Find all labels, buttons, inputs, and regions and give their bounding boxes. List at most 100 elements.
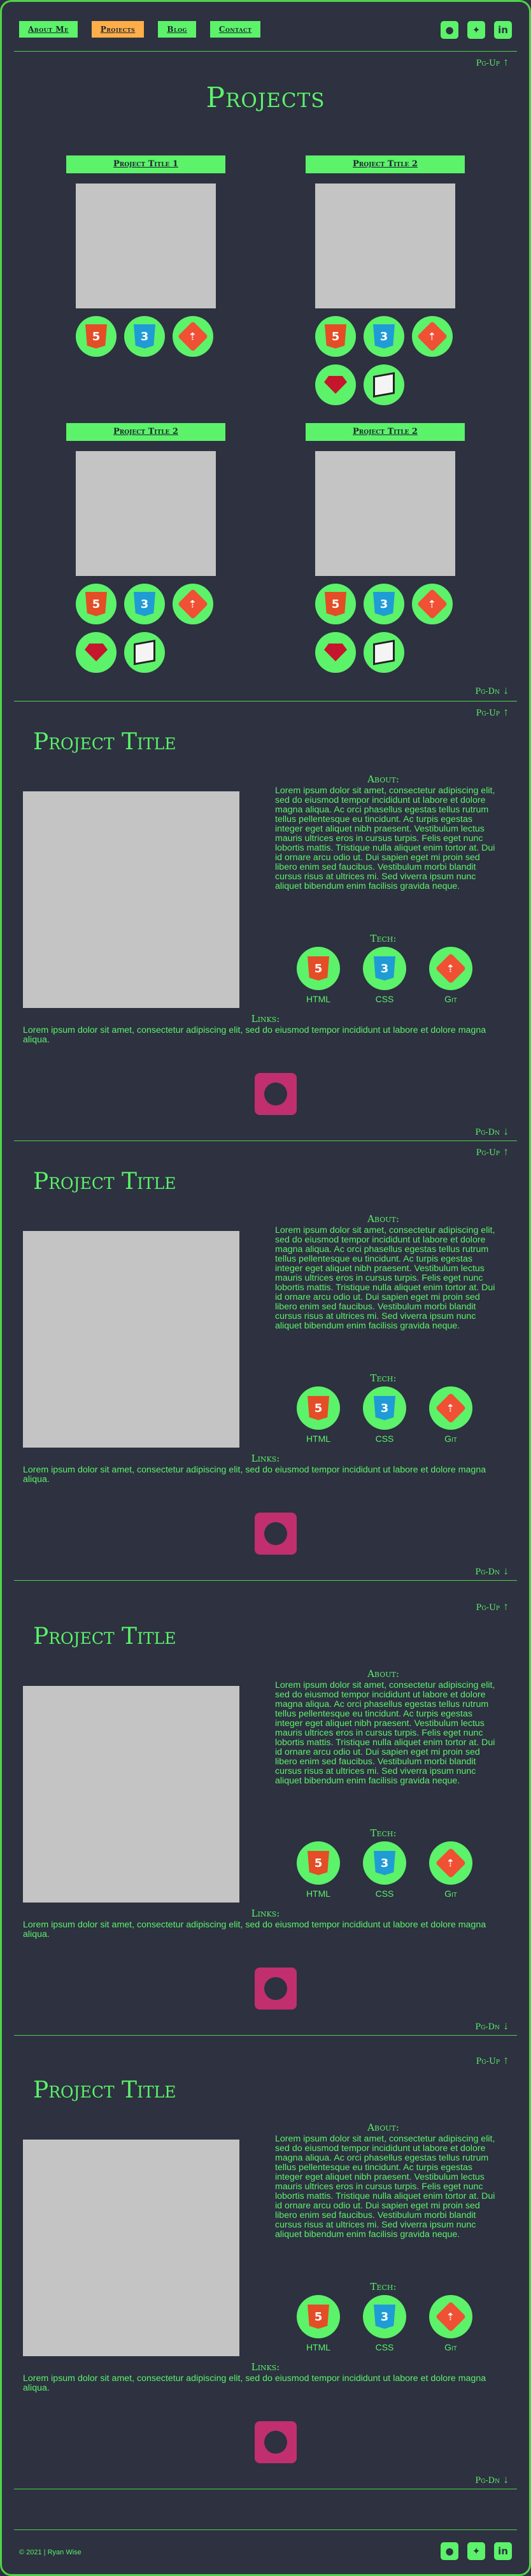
github-link-icon[interactable] bbox=[255, 1073, 297, 1115]
ruby-icon bbox=[315, 364, 356, 405]
cube-icon bbox=[124, 632, 165, 673]
tech-label: CSS bbox=[375, 1889, 394, 1899]
links-heading: Links: bbox=[251, 2361, 280, 2373]
nav-contact[interactable]: Contact bbox=[209, 21, 261, 38]
pg-up-link[interactable]: Pg-Up ⇡ bbox=[476, 1603, 509, 1613]
about-text: Lorem ipsum dolor sit amet, consectetur … bbox=[275, 1225, 495, 1331]
css3-icon: 3 bbox=[363, 2295, 406, 2338]
nav-projects[interactable]: Projects bbox=[91, 21, 145, 38]
divider bbox=[14, 1580, 517, 1581]
tech-item: 3 CSS bbox=[363, 947, 406, 1004]
linkedin-icon[interactable]: in bbox=[494, 2542, 512, 2560]
pg-up-link[interactable]: Pg-Up ⇡ bbox=[476, 2057, 509, 2066]
nav-blog[interactable]: Blog bbox=[158, 21, 196, 38]
tech-label: CSS bbox=[375, 1434, 394, 1444]
ruby-icon bbox=[76, 632, 117, 673]
tech-item: 3 CSS bbox=[363, 1841, 406, 1899]
github-link-icon[interactable] bbox=[255, 1968, 297, 2010]
git-icon: ⇡ bbox=[412, 316, 453, 357]
pg-dn-link[interactable]: Pg-Dn ⇣ bbox=[475, 2022, 509, 2032]
pg-up-link[interactable]: Pg-Up ⇡ bbox=[476, 1148, 509, 1158]
card-title[interactable]: Project Title 2 bbox=[306, 155, 465, 173]
tech-item: ⇡ Git bbox=[429, 1841, 472, 1899]
divider bbox=[14, 1140, 517, 1141]
tech-item: ⇡ Git bbox=[429, 947, 472, 1004]
card-tech-icons: 5 3 ⇡ bbox=[66, 308, 225, 357]
html5-icon: 5 bbox=[315, 584, 356, 624]
pg-dn-link[interactable]: Pg-Dn ⇣ bbox=[475, 687, 509, 696]
card-image bbox=[315, 183, 455, 308]
project-card[interactable]: Project Title 2 5 3 ⇡ bbox=[306, 155, 465, 405]
card-tech-icons: 5 3 ⇡ bbox=[306, 576, 465, 673]
tech-label: HTML bbox=[306, 994, 331, 1004]
project-card[interactable]: Project Title 2 5 3 ⇡ bbox=[306, 423, 465, 673]
nav-about[interactable]: About Me bbox=[19, 21, 78, 38]
css3-icon: 3 bbox=[363, 1841, 406, 1885]
card-title[interactable]: Project Title 2 bbox=[306, 423, 465, 441]
github-icon[interactable]: ● bbox=[441, 21, 458, 39]
tech-list: 5 HTML 3 CSS ⇡ Git bbox=[297, 947, 472, 1004]
pg-dn-link[interactable]: Pg-Dn ⇣ bbox=[475, 2476, 509, 2486]
tech-item: 5 HTML bbox=[297, 2295, 340, 2352]
project-image bbox=[23, 1686, 239, 1903]
html5-icon: 5 bbox=[76, 584, 117, 624]
project-card[interactable]: Project Title 2 5 3 ⇡ bbox=[66, 423, 225, 673]
social-links-bottom: ● ✦ in bbox=[441, 2542, 512, 2560]
social-links-top: ● ✦ in bbox=[441, 21, 512, 39]
pg-dn-link[interactable]: Pg-Dn ⇣ bbox=[475, 1128, 509, 1137]
github-link-icon[interactable] bbox=[255, 1513, 297, 1555]
pg-up-link[interactable]: Pg-Up ⇡ bbox=[476, 59, 509, 68]
twitter-icon[interactable]: ✦ bbox=[467, 2542, 485, 2560]
project-title: Project Title bbox=[33, 729, 176, 755]
css3-icon: 3 bbox=[124, 316, 165, 357]
about-heading: About: bbox=[367, 774, 399, 785]
git-icon: ⇡ bbox=[173, 584, 213, 624]
tech-label: CSS bbox=[375, 994, 394, 1004]
about-text: Lorem ipsum dolor sit amet, consectetur … bbox=[275, 786, 495, 891]
css3-icon: 3 bbox=[364, 316, 404, 357]
cube-icon bbox=[364, 364, 404, 405]
tech-label: CSS bbox=[375, 2342, 394, 2352]
git-icon: ⇡ bbox=[429, 947, 472, 990]
tech-label: Git bbox=[444, 1434, 457, 1444]
git-icon: ⇡ bbox=[429, 1841, 472, 1885]
linkedin-icon[interactable]: in bbox=[494, 21, 512, 39]
about-heading: About: bbox=[367, 1213, 399, 1225]
git-icon: ⇡ bbox=[429, 1386, 472, 1430]
tech-label: Git bbox=[444, 994, 457, 1004]
twitter-icon[interactable]: ✦ bbox=[467, 21, 485, 39]
card-image bbox=[76, 451, 216, 576]
card-tech-icons: 5 3 ⇡ bbox=[306, 308, 465, 405]
footer-copyright: © 2021 | Ryan Wise bbox=[19, 2549, 81, 2556]
divider bbox=[14, 701, 517, 702]
card-title[interactable]: Project Title 1 bbox=[66, 155, 225, 173]
links-text: Lorem ipsum dolor sit amet, consectetur … bbox=[23, 1920, 486, 1939]
tech-list: 5 HTML 3 CSS ⇡ Git bbox=[297, 1841, 472, 1899]
project-title: Project Title bbox=[33, 2077, 176, 2103]
divider bbox=[14, 2529, 517, 2530]
html5-icon: 5 bbox=[297, 1386, 340, 1430]
tech-label: Git bbox=[444, 2342, 457, 2352]
css3-icon: 3 bbox=[124, 584, 165, 624]
about-heading: About: bbox=[367, 1668, 399, 1680]
about-heading: About: bbox=[367, 2122, 399, 2133]
card-image bbox=[76, 183, 216, 308]
links-heading: Links: bbox=[251, 1453, 280, 1464]
tech-item: 5 HTML bbox=[297, 1841, 340, 1899]
project-image bbox=[23, 1231, 239, 1448]
github-link-icon[interactable] bbox=[255, 2421, 297, 2463]
pg-up-link[interactable]: Pg-Up ⇡ bbox=[476, 709, 509, 718]
about-text: Lorem ipsum dolor sit amet, consectetur … bbox=[275, 1680, 495, 1786]
html5-icon: 5 bbox=[315, 316, 356, 357]
pg-dn-link[interactable]: Pg-Dn ⇣ bbox=[475, 1567, 509, 1577]
github-icon[interactable]: ● bbox=[441, 2542, 458, 2560]
tech-item: 5 HTML bbox=[297, 1386, 340, 1444]
project-image bbox=[23, 791, 239, 1008]
tech-item: ⇡ Git bbox=[429, 2295, 472, 2352]
divider bbox=[14, 51, 517, 52]
top-nav: About Me Projects Blog Contact bbox=[19, 21, 261, 38]
tech-label: HTML bbox=[306, 1434, 331, 1444]
project-card[interactable]: Project Title 1 5 3 ⇡ bbox=[66, 155, 225, 357]
card-title[interactable]: Project Title 2 bbox=[66, 423, 225, 441]
html5-icon: 5 bbox=[297, 1841, 340, 1885]
